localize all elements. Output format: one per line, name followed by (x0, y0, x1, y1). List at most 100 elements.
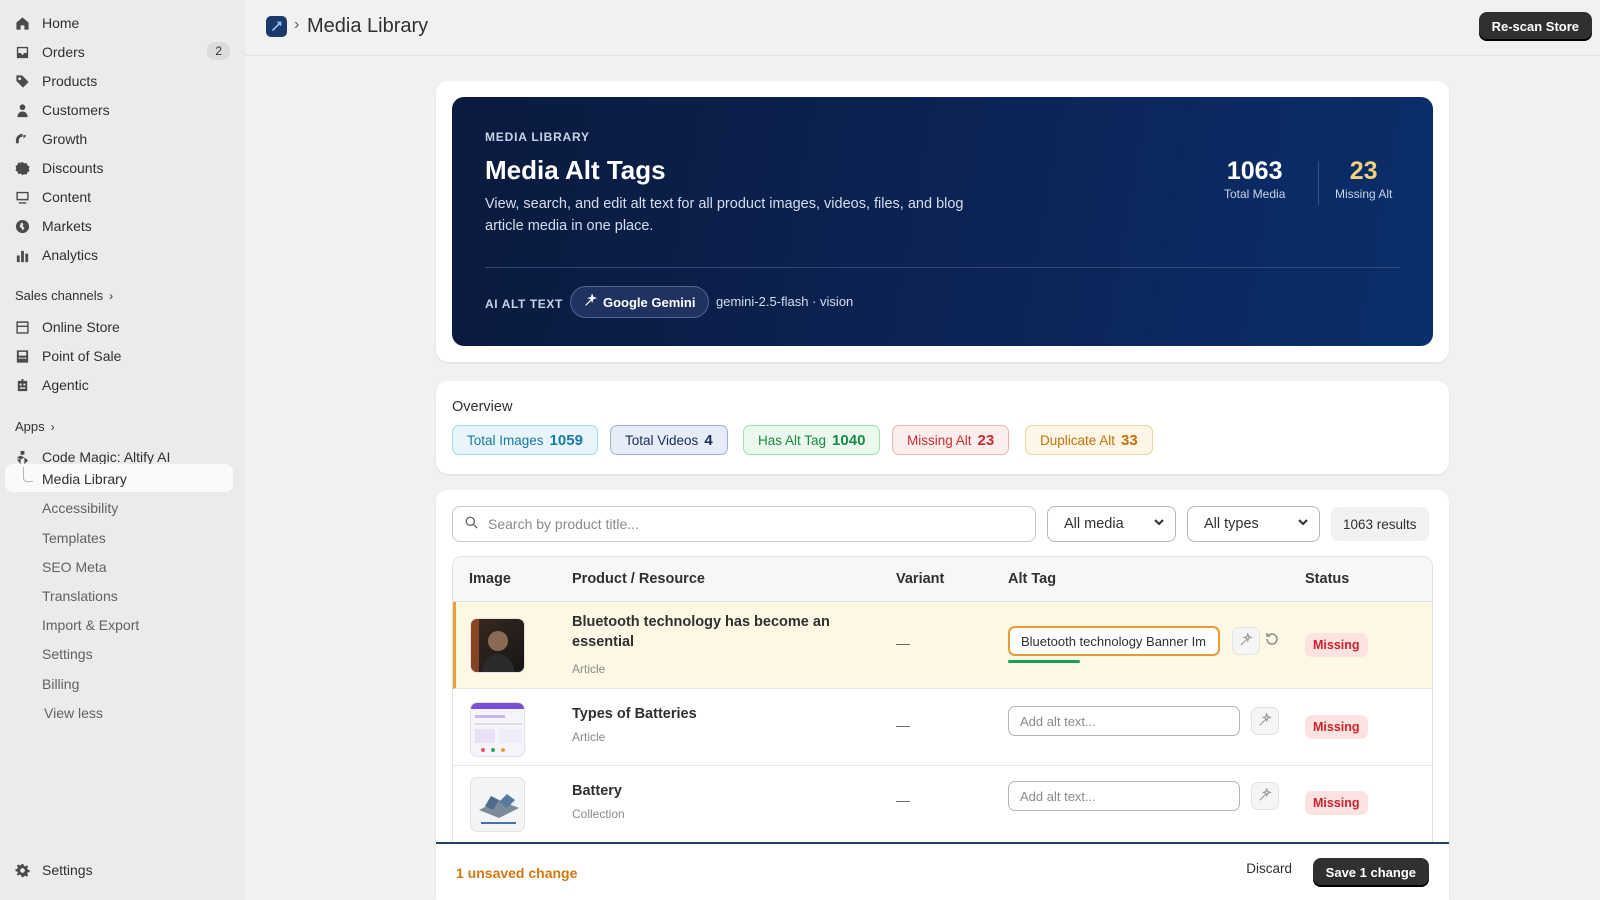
sidebar-item-agentic[interactable]: Agentic (14, 372, 234, 398)
sidebar-item-settings-main[interactable]: Settings (14, 857, 234, 883)
sidebar-item-markets[interactable]: Markets (14, 213, 234, 239)
total-images-pill[interactable]: Total Images 1059 (452, 425, 598, 455)
bar-chart-icon (14, 247, 30, 263)
discount-icon (14, 160, 30, 176)
resource-title[interactable]: Bluetooth technology has become an essen… (572, 612, 832, 652)
alt-tag-input[interactable]: Bluetooth technology Banner Im (1008, 626, 1220, 656)
sidebar-item-translations[interactable]: Translations (42, 588, 118, 604)
magic-wand-icon (1258, 711, 1273, 730)
sidebar-item-label: Analytics (42, 247, 99, 263)
variant-value: — (896, 635, 910, 651)
ai-provider-label: Google Gemini (603, 294, 696, 310)
sidebar-item-seo-meta[interactable]: SEO Meta (42, 559, 107, 575)
sidebar-item-label: Discounts (42, 160, 104, 176)
chevron-right-icon: › (50, 419, 55, 434)
sparkle-icon (584, 293, 598, 310)
top-bar: › Media Library Re-scan Store (245, 0, 1600, 56)
sidebar-item-import-export[interactable]: Import & Export (42, 617, 139, 633)
sidebar-item-accessibility[interactable]: Accessibility (42, 500, 118, 516)
sidebar: Home Orders 2 Products Customers Growth … (0, 0, 245, 900)
sidebar-item-label: Home (42, 15, 80, 31)
alt-tag-input[interactable]: Add alt text... (1008, 706, 1240, 736)
media-table-card: Search by product title... All media All… (436, 490, 1449, 900)
sidebar-item-discounts[interactable]: Discounts (14, 155, 234, 181)
rescan-store-button[interactable]: Re-scan Store (1478, 12, 1592, 41)
app-icon (14, 449, 30, 465)
robot-icon (14, 377, 30, 393)
duplicate-alt-pill[interactable]: Duplicate Alt 33 (1025, 425, 1153, 455)
sidebar-item-home[interactable]: Home (14, 10, 234, 36)
media-table: Image Product / Resource Variant Alt Tag… (452, 556, 1433, 856)
page-title: Media Library (307, 15, 429, 37)
results-count: 1063 results (1331, 507, 1429, 541)
resource-title[interactable]: Types of Batteries (572, 704, 832, 724)
table-row[interactable]: Battery Collection — Add alt text... Mis… (453, 766, 1432, 846)
sidebar-item-online-store[interactable]: Online Store (14, 314, 234, 340)
generate-alt-button[interactable] (1251, 782, 1279, 810)
tag-icon (14, 73, 30, 89)
alt-tag-input[interactable]: Add alt text... (1008, 781, 1240, 811)
overview-card: Overview Total Images 1059 Total Videos … (436, 381, 1449, 474)
search-placeholder: Search by product title... (488, 516, 639, 532)
sidebar-item-label: Orders (42, 44, 85, 60)
table-row[interactable]: Bluetooth technology has become an essen… (453, 602, 1432, 689)
chevron-down-icon (1297, 516, 1309, 532)
media-filter-select[interactable]: All media (1047, 506, 1176, 542)
media-thumbnail[interactable] (470, 702, 525, 757)
sidebar-item-settings[interactable]: Settings (42, 646, 93, 662)
table-row[interactable]: Types of Batteries Article — Add alt tex… (453, 689, 1432, 766)
generate-alt-button[interactable] (1232, 627, 1260, 655)
sidebar-item-analytics[interactable]: Analytics (14, 242, 234, 268)
sidebar-item-media-library[interactable]: Media Library (42, 471, 127, 487)
resource-type: Article (572, 662, 606, 676)
column-header-resource: Product / Resource (572, 571, 705, 587)
ai-alt-text-label: AI ALT TEXT (485, 297, 563, 311)
hero-title: Media Alt Tags (485, 155, 666, 185)
globe-icon (14, 218, 30, 234)
status-badge: Missing (1305, 633, 1368, 657)
inbox-icon (14, 44, 30, 60)
hero-banner: MEDIA LIBRARY Media Alt Tags View, searc… (452, 97, 1433, 346)
hero-divider (485, 267, 1400, 268)
breadcrumb-separator-icon: › (294, 16, 300, 33)
sidebar-item-label: Settings (42, 862, 93, 878)
ai-provider-button[interactable]: Google Gemini (570, 286, 710, 318)
status-badge: Missing (1305, 791, 1368, 815)
sidebar-item-templates[interactable]: Templates (42, 530, 106, 546)
sidebar-item-label: Agentic (42, 377, 89, 393)
sidebar-item-point-of-sale[interactable]: Point of Sale (14, 343, 234, 369)
search-icon (465, 516, 478, 532)
overview-title: Overview (452, 399, 513, 415)
missing-alt-stat: 23 Missing Alt (1335, 157, 1392, 201)
status-badge: Missing (1305, 715, 1368, 739)
column-header-alt-tag: Alt Tag (1008, 571, 1057, 587)
total-videos-pill[interactable]: Total Videos 4 (610, 425, 728, 455)
sidebar-item-label: Growth (42, 131, 88, 147)
sidebar-item-content[interactable]: Content (14, 184, 234, 210)
column-header-image: Image (469, 571, 511, 587)
sidebar-item-products[interactable]: Products (14, 68, 234, 94)
sidebar-item-customers[interactable]: Customers (14, 97, 234, 123)
sidebar-item-label: Code Magic: Altify AI (42, 449, 171, 465)
search-input[interactable]: Search by product title... (452, 506, 1036, 542)
missing-alt-pill[interactable]: Missing Alt 23 (892, 425, 1010, 455)
sidebar-item-billing[interactable]: Billing (42, 676, 79, 692)
hero-description: View, search, and edit alt text for all … (485, 196, 964, 234)
resource-title[interactable]: Battery (572, 781, 832, 801)
save-button[interactable]: Save 1 change (1312, 858, 1429, 887)
media-thumbnail[interactable] (470, 618, 525, 673)
has-alt-tag-pill[interactable]: Has Alt Tag 1040 (743, 425, 881, 455)
apps-heading[interactable]: Apps › (15, 419, 55, 434)
media-thumbnail[interactable] (470, 777, 525, 832)
view-less-link[interactable]: View less (44, 705, 103, 721)
sales-channels-heading[interactable]: Sales channels › (15, 288, 113, 303)
column-header-status: Status (1305, 571, 1350, 587)
discard-button[interactable]: Discard (1246, 861, 1292, 876)
type-filter-select[interactable]: All types (1187, 506, 1320, 542)
generate-alt-button[interactable] (1251, 707, 1279, 735)
app-logo-icon[interactable] (266, 16, 287, 37)
sidebar-item-growth[interactable]: Growth (14, 126, 234, 152)
sidebar-item-label: Customers (42, 102, 110, 118)
reset-icon[interactable] (1264, 631, 1280, 650)
sidebar-item-orders[interactable]: Orders 2 (14, 39, 234, 65)
